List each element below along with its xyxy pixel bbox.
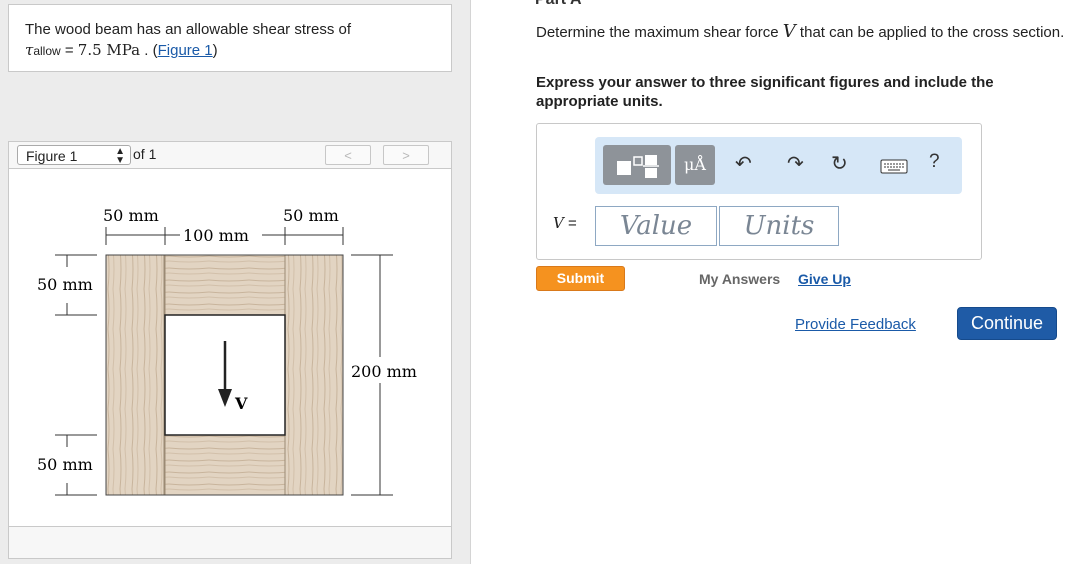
- question-text: Determine the maximum shear force V that…: [536, 22, 1066, 42]
- bottom-board: [164, 434, 286, 496]
- answer-var: V: [553, 214, 564, 232]
- my-answers-link[interactable]: My Answers: [699, 271, 780, 287]
- reset-icon[interactable]: ↻: [831, 151, 848, 176]
- chevron-left-icon: <: [344, 148, 352, 163]
- tau-subscript: allow: [33, 44, 61, 58]
- separator: . (: [140, 42, 158, 59]
- continue-button[interactable]: Continue: [957, 307, 1057, 340]
- give-up-link[interactable]: Give Up: [798, 271, 851, 287]
- value-input[interactable]: Value: [595, 206, 717, 246]
- prev-figure-button[interactable]: <: [325, 145, 371, 165]
- figure-link[interactable]: Figure 1: [158, 42, 213, 59]
- keyboard-icon[interactable]: [880, 159, 908, 180]
- submit-button[interactable]: Submit: [536, 266, 625, 291]
- left-board: [105, 254, 165, 496]
- dim-top-right-label: 50 mm: [283, 206, 339, 225]
- question-pre: Determine the maximum shear force: [536, 24, 783, 41]
- dim-right-label: 200 mm: [351, 362, 417, 381]
- figure-area: 50 mm 50 mm 100 mm 50 mm 50 mm 200 mm V: [8, 169, 452, 527]
- instructions: Express your answer to three significant…: [536, 74, 994, 110]
- equals-sign: =: [64, 42, 78, 59]
- stress-value: 7.5 MPa: [77, 41, 141, 59]
- part-title: Part A: [535, 0, 582, 9]
- units-symbol: μÅ: [684, 155, 706, 174]
- right-panel: Part A Determine the maximum shear force…: [471, 0, 1086, 564]
- right-board: [284, 254, 344, 496]
- undo-icon[interactable]: ↶: [735, 151, 752, 176]
- answer-variable-label: V =: [553, 214, 577, 232]
- figure-select-value: Figure 1: [26, 148, 78, 164]
- left-panel: The wood beam has an allowable shear str…: [0, 0, 471, 564]
- dim-top-mid-label: 100 mm: [183, 226, 249, 245]
- redo-icon[interactable]: ↷: [787, 151, 804, 176]
- question-post: that can be applied to the cross section…: [795, 24, 1065, 41]
- problem-text: The wood beam has an allowable shear str…: [25, 21, 352, 38]
- updown-icon: ▲ ▼: [115, 146, 125, 166]
- chevron-right-icon: >: [402, 148, 410, 163]
- figure-footer: [8, 527, 452, 559]
- template-button[interactable]: [603, 145, 671, 185]
- math-toolbar: μÅ ↶ ↷ ↻ ?: [595, 137, 962, 194]
- dim-left-top-label: 50 mm: [37, 275, 93, 294]
- figure-count: of 1: [133, 146, 157, 162]
- figure-select[interactable]: Figure 1 ▲ ▼: [17, 145, 131, 166]
- answer-equals: =: [568, 215, 577, 232]
- provide-feedback-link[interactable]: Provide Feedback: [795, 316, 916, 333]
- next-figure-button[interactable]: >: [383, 145, 429, 165]
- template-icon: [617, 155, 659, 178]
- dim-left-bottom-label: 50 mm: [37, 455, 93, 474]
- problem-statement: The wood beam has an allowable shear str…: [8, 4, 452, 72]
- units-input[interactable]: Units: [719, 206, 839, 246]
- units-button[interactable]: μÅ: [675, 145, 715, 185]
- answer-box: μÅ ↶ ↷ ↻ ? V = Value Units: [536, 123, 982, 260]
- dim-top-left-label: 50 mm: [103, 206, 159, 225]
- figure-nav-bar: Figure 1 ▲ ▼ of 1 < >: [8, 141, 452, 169]
- top-board: [164, 254, 286, 316]
- force-label: V: [234, 394, 248, 413]
- help-icon[interactable]: ?: [929, 151, 940, 173]
- question-var: V: [782, 21, 796, 42]
- beam-cross-section-figure: 50 mm 50 mm 100 mm 50 mm 50 mm 200 mm V: [37, 206, 417, 496]
- close-paren: ): [212, 42, 218, 59]
